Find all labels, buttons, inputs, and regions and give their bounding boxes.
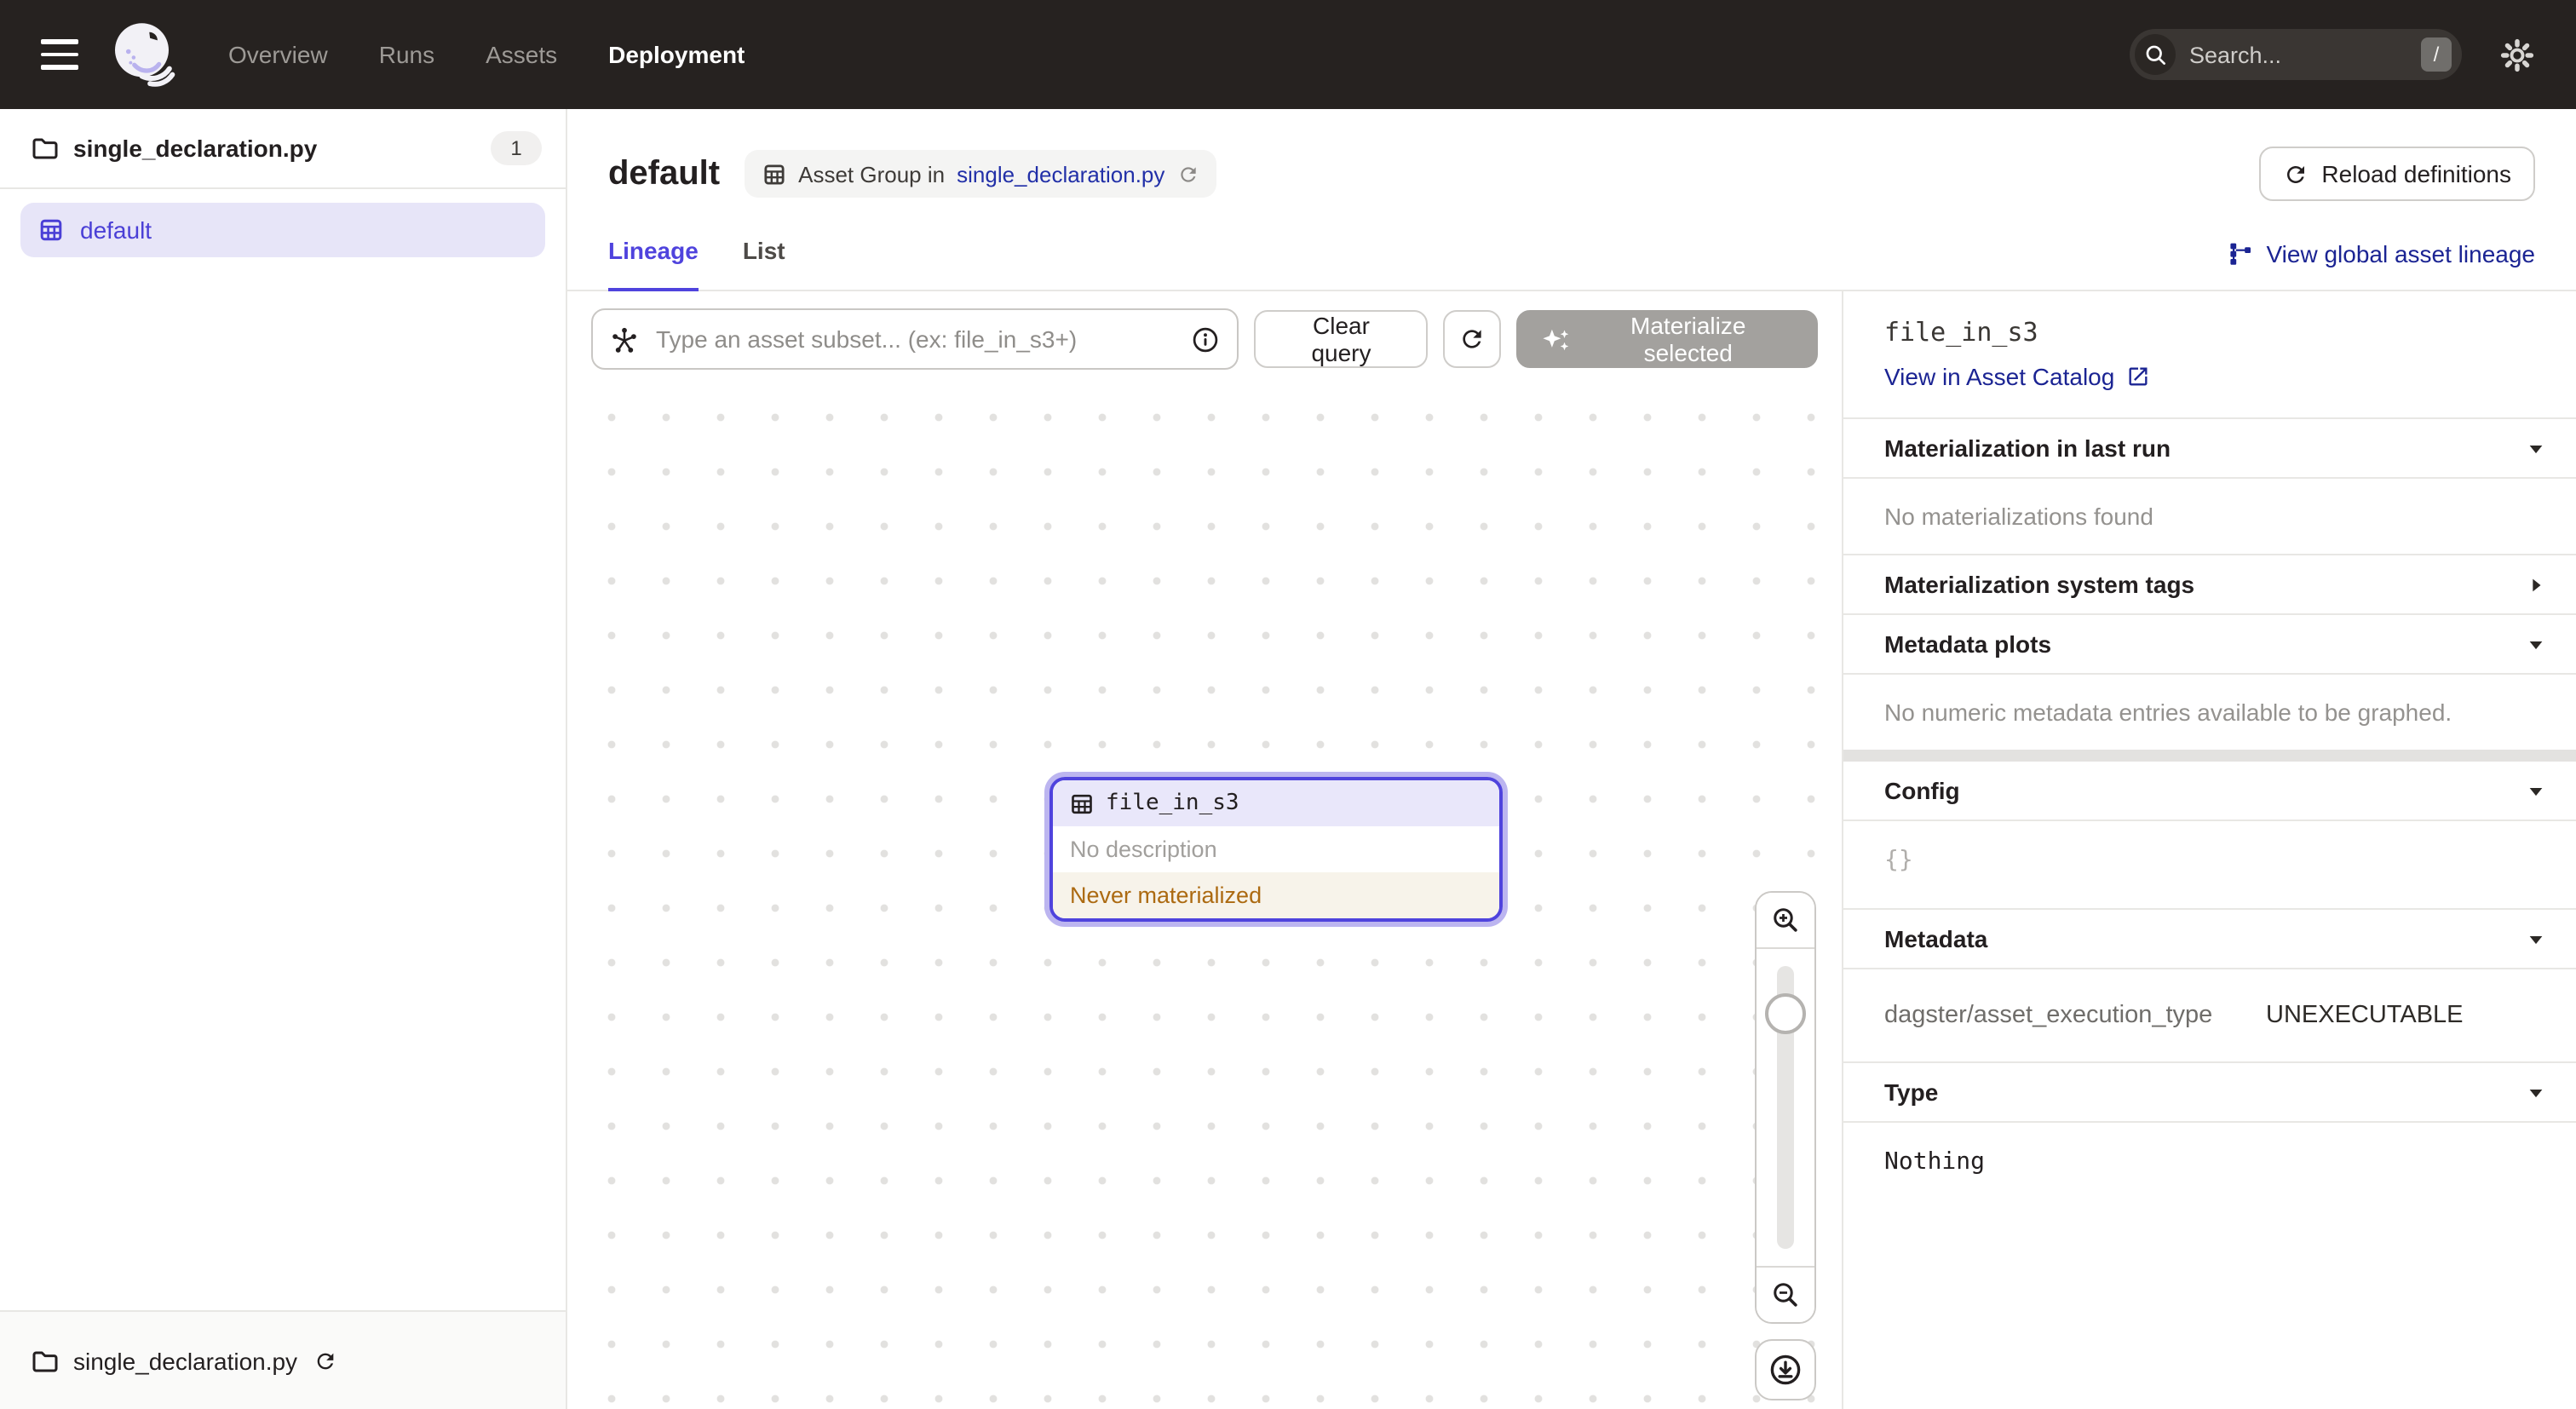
external-link-icon (2126, 365, 2150, 388)
asset-name-title: file_in_s3 (1884, 317, 2535, 348)
reload-definitions-button[interactable]: Reload definitions (2258, 147, 2535, 201)
section-metadata-plots[interactable]: Metadata plots (1843, 615, 2576, 673)
refresh-icon[interactable] (1176, 163, 1199, 185)
asset-node-title: file_in_s3 (1106, 791, 1239, 816)
sparkles-icon (1542, 325, 1571, 354)
materialize-selected-label: Materialize selected (1584, 312, 1793, 366)
chevron-down-icon (2527, 1083, 2545, 1101)
asset-node-status: Never materialized (1053, 872, 1499, 918)
folder-icon (31, 135, 58, 162)
tab-lineage[interactable]: Lineage (608, 237, 699, 291)
global-search[interactable]: / (2130, 29, 2462, 80)
lineage-canvas[interactable]: file_in_s3 No description Never material… (567, 387, 1842, 1409)
materialize-selected-button[interactable]: Materialize selected (1516, 310, 1819, 368)
table-grid-icon (1070, 791, 1094, 815)
asset-group-icon (761, 161, 786, 187)
code-location-name: single_declaration.py (73, 135, 475, 162)
search-shortcut-key: / (2421, 37, 2452, 72)
lineage-graph-pane: Clear query (567, 291, 1842, 1409)
chevron-right-icon (2527, 575, 2545, 594)
asset-subset-query[interactable] (591, 308, 1239, 370)
config-value: {} (1843, 821, 2576, 908)
no-materializations-text: No materializations found (1843, 479, 2576, 554)
zoom-slider[interactable] (1757, 947, 1814, 1268)
clear-query-button[interactable]: Clear query (1255, 310, 1428, 368)
dagster-app: Overview Runs Assets Deployment / (0, 0, 2576, 1409)
nav-item-deployment[interactable]: Deployment (608, 41, 745, 68)
refresh-graph-button[interactable] (1443, 310, 1500, 368)
primary-nav: Overview Runs Assets Deployment (228, 41, 745, 68)
search-icon (2135, 34, 2176, 75)
asset-node-file-in-s3[interactable]: file_in_s3 No description Never material… (1044, 772, 1508, 927)
lineage-graph-icon (2228, 240, 2255, 267)
sidebar-footer: single_declaration.py (0, 1310, 566, 1409)
type-value: Nothing (1843, 1123, 2576, 1210)
chevron-down-icon (2527, 929, 2545, 948)
search-input[interactable] (2186, 40, 2411, 69)
section-config[interactable]: Config (1843, 762, 2576, 820)
page-header: default Asset Group in single_declaratio… (567, 109, 2576, 201)
view-global-label: View global asset lineage (2267, 240, 2536, 267)
nav-item-overview[interactable]: Overview (228, 41, 328, 68)
pill-location-link[interactable]: single_declaration.py (957, 161, 1164, 187)
zoom-controls (1755, 891, 1816, 1400)
metadata-value: UNEXECUTABLE (2266, 1002, 2464, 1029)
asset-count-badge: 1 (491, 131, 542, 165)
view-in-asset-catalog-link[interactable]: View in Asset Catalog (1884, 363, 2535, 390)
section-materialization-last-run[interactable]: Materialization in last run (1843, 419, 2576, 477)
footer-location-name: single_declaration.py (73, 1347, 297, 1374)
reload-definitions-label: Reload definitions (2321, 160, 2511, 187)
section-materialization-system-tags[interactable]: Materialization system tags (1843, 555, 2576, 613)
info-icon[interactable] (1192, 325, 1221, 354)
section-separator (1843, 750, 2576, 762)
graph-toolbar: Clear query (567, 291, 1842, 387)
asset-detail-panel: file_in_s3 View in Asset Catalog Materia… (1842, 291, 2576, 1409)
folder-icon (31, 1347, 58, 1374)
no-metadata-plots-text: No numeric metadata entries available to… (1843, 675, 2576, 750)
nav-item-assets[interactable]: Assets (486, 41, 557, 68)
asset-group-context-pill: Asset Group in single_declaration.py (744, 150, 1216, 198)
sidebar-item-default-group[interactable]: default (20, 203, 545, 257)
chevron-down-icon (2527, 439, 2545, 457)
zoom-in-button[interactable] (1757, 893, 1814, 947)
asset-node-description: No description (1053, 826, 1499, 872)
nav-item-runs[interactable]: Runs (379, 41, 434, 68)
tabs-row: Lineage List View global asset line (567, 201, 2576, 291)
download-image-button[interactable] (1755, 1339, 1816, 1400)
metadata-row: dagster/asset_execution_type UNEXECUTABL… (1843, 969, 2576, 1061)
dagster-logo-icon[interactable] (109, 19, 181, 90)
top-nav: Overview Runs Assets Deployment / (0, 0, 2576, 109)
asset-subset-input[interactable] (653, 324, 1178, 354)
asset-groups-sidebar: single_declaration.py 1 default (0, 109, 567, 1409)
reload-location-icon[interactable] (313, 1349, 336, 1372)
zoom-slider-thumb[interactable] (1765, 993, 1806, 1034)
hamburger-menu-icon[interactable] (41, 40, 78, 70)
chevron-down-icon (2527, 635, 2545, 653)
asset-node-header: file_in_s3 (1053, 780, 1499, 826)
view-global-asset-lineage-link[interactable]: View global asset lineage (2228, 240, 2536, 290)
asset-group-icon (37, 216, 65, 244)
graph-query-icon (610, 325, 639, 354)
nav-right-cluster: / (2130, 29, 2535, 80)
chevron-down-icon (2527, 781, 2545, 800)
zoom-out-button[interactable] (1757, 1268, 1814, 1322)
refresh-icon (2282, 161, 2308, 187)
clear-query-label: Clear query (1280, 312, 1402, 366)
status-badge: Never materialized (1070, 883, 1262, 908)
section-metadata[interactable]: Metadata (1843, 910, 2576, 968)
group-name: default (80, 216, 152, 244)
section-type[interactable]: Type (1843, 1063, 2576, 1121)
page-title: default (608, 154, 720, 193)
metadata-key: dagster/asset_execution_type (1884, 1002, 2266, 1029)
sidebar-code-location[interactable]: single_declaration.py 1 (0, 109, 566, 189)
tab-list[interactable]: List (743, 237, 785, 291)
settings-gear-icon[interactable] (2499, 37, 2535, 72)
pill-prefix-text: Asset Group in (798, 161, 945, 187)
